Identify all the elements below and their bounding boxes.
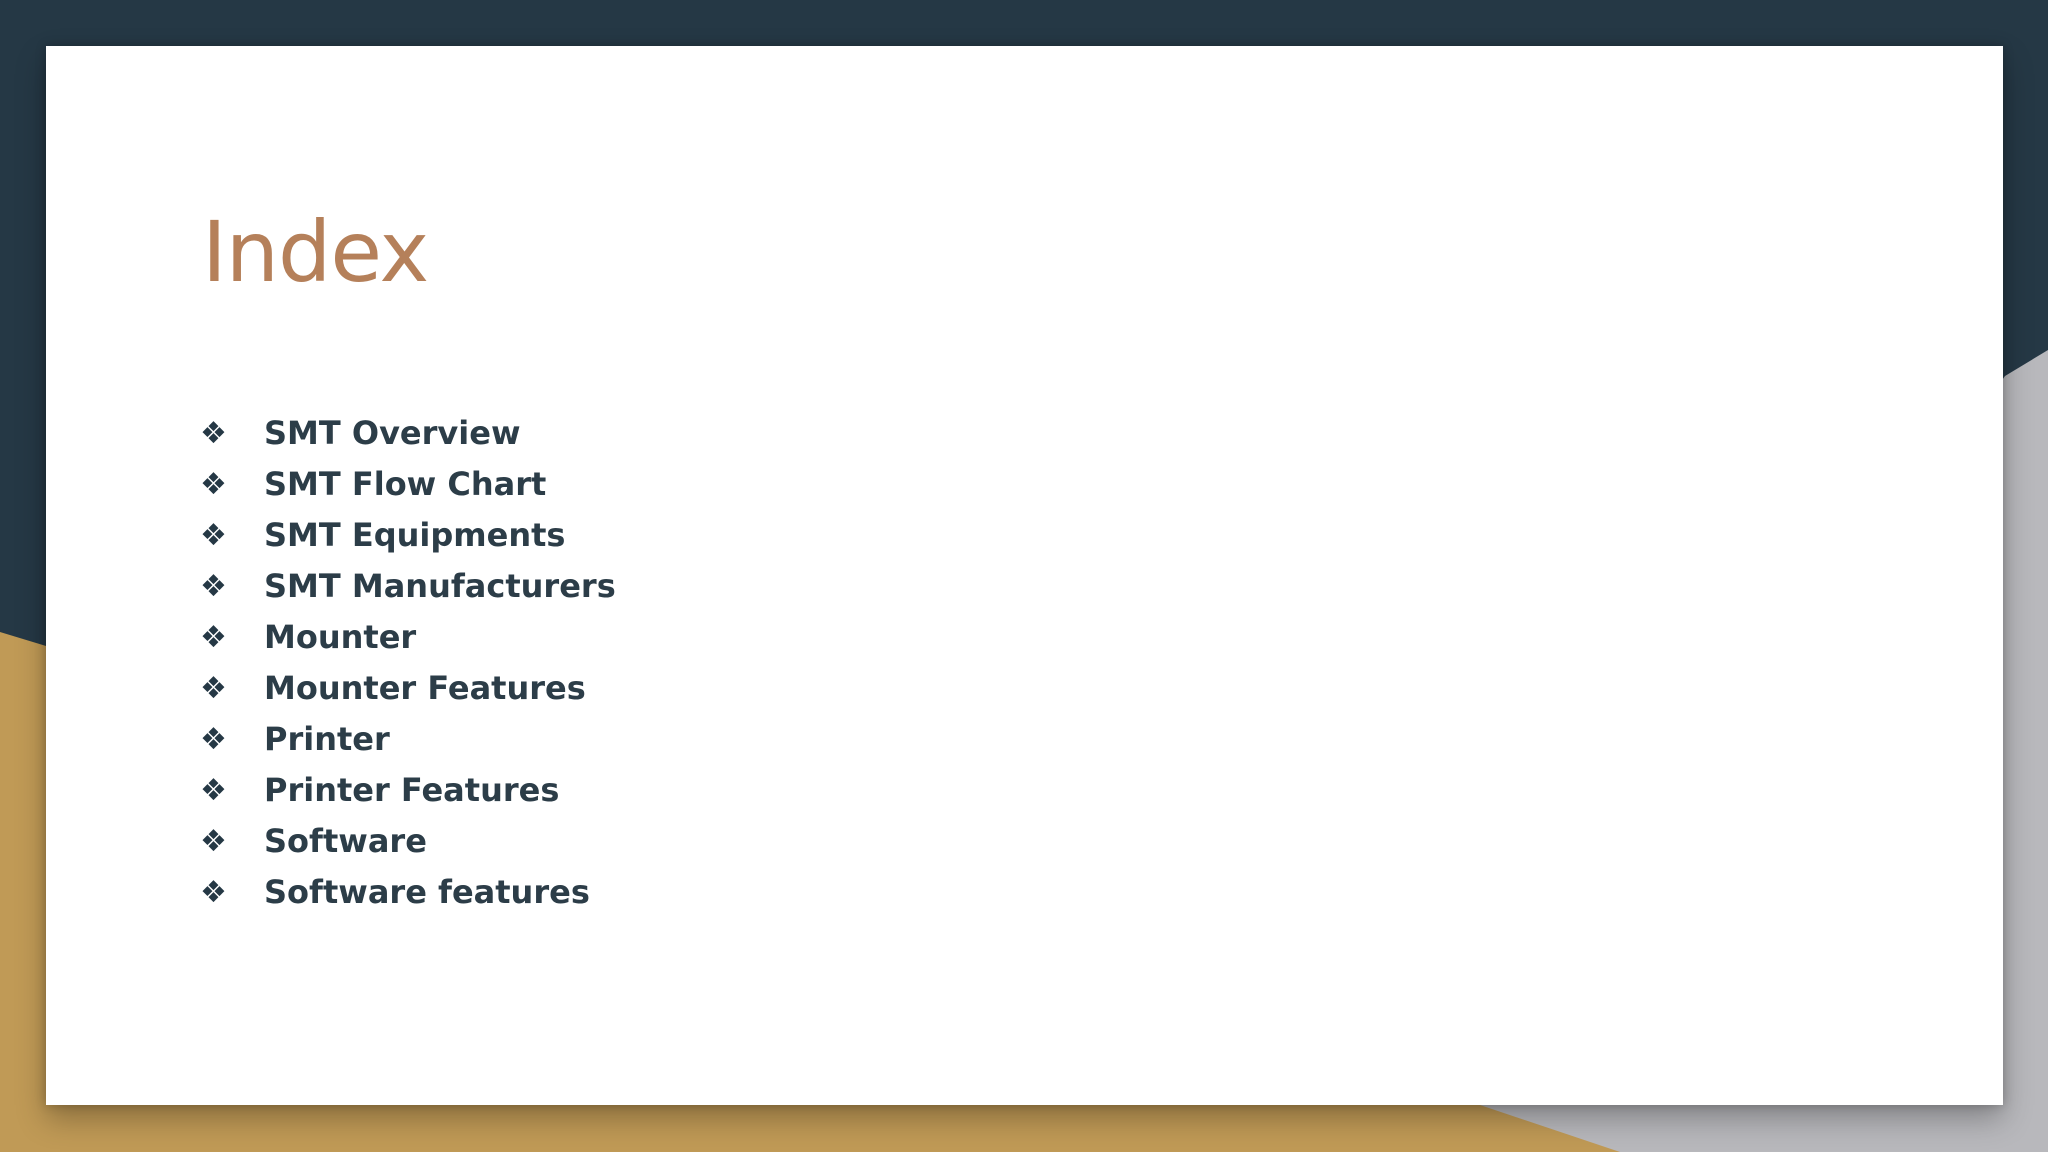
list-item-label: Software features [264,873,590,911]
list-item-label: Mounter [264,618,417,656]
list-item-label: SMT Manufacturers [264,567,616,605]
list-item: ❖ Printer [200,714,616,765]
four-diamond-icon: ❖ [200,518,227,553]
list-item-label: Software [264,822,427,860]
list-item: ❖ Printer Features [200,765,616,816]
list-item: ❖ Software [200,816,616,867]
list-item: ❖ Software features [200,867,616,918]
list-item-label: Mounter Features [264,669,586,707]
list-item-label: SMT Overview [264,414,521,452]
four-diamond-icon: ❖ [200,620,227,655]
list-item: ❖ SMT Manufacturers [200,561,616,612]
index-list: ❖ SMT Overview ❖ SMT Flow Chart ❖ SMT Eq… [200,408,616,918]
list-item-label: Printer Features [264,771,560,809]
four-diamond-icon: ❖ [200,875,227,910]
list-item: ❖ SMT Flow Chart [200,459,616,510]
four-diamond-icon: ❖ [200,671,227,706]
list-item: ❖ Mounter Features [200,663,616,714]
list-item: ❖ SMT Equipments [200,510,616,561]
list-item: ❖ SMT Overview [200,408,616,459]
four-diamond-icon: ❖ [200,824,227,859]
list-item-label: Printer [264,720,390,758]
four-diamond-icon: ❖ [200,569,227,604]
list-item-label: SMT Flow Chart [264,465,547,503]
slide-title: Index [202,203,429,301]
list-item: ❖ Mounter [200,612,616,663]
four-diamond-icon: ❖ [200,467,227,502]
four-diamond-icon: ❖ [200,722,227,757]
four-diamond-icon: ❖ [200,773,227,808]
four-diamond-icon: ❖ [200,416,227,451]
slide-canvas: Index ❖ SMT Overview ❖ SMT Flow Chart ❖ … [46,46,2003,1105]
list-item-label: SMT Equipments [264,516,566,554]
